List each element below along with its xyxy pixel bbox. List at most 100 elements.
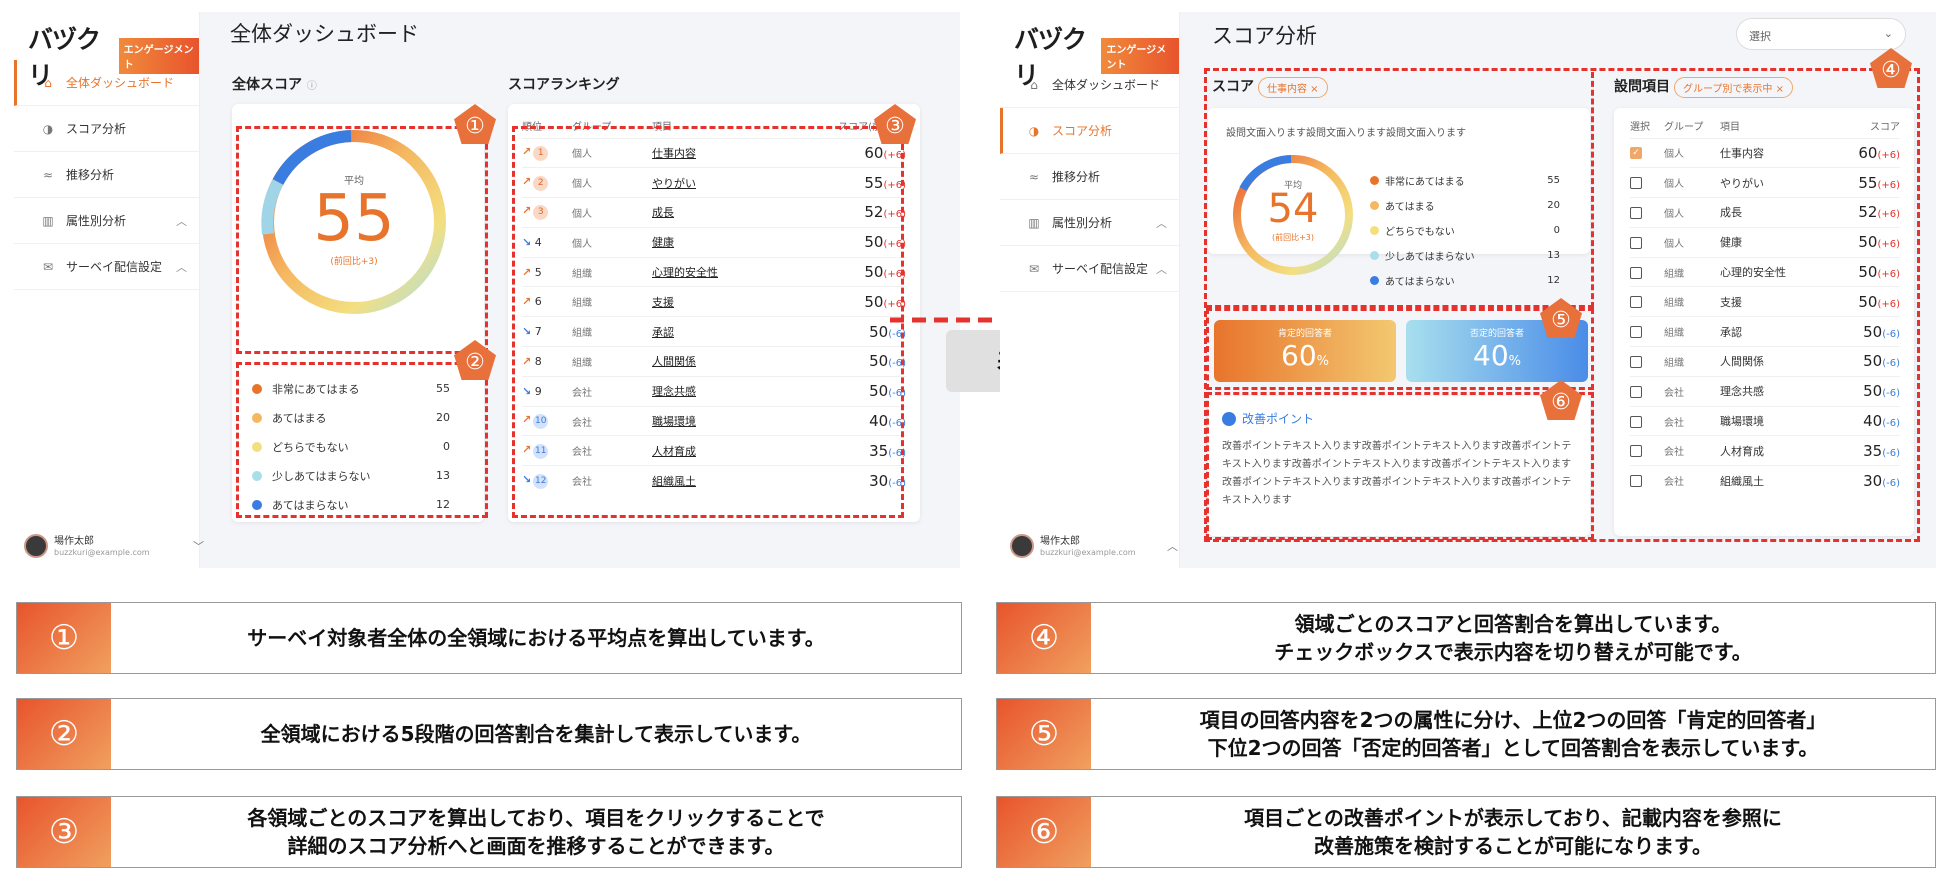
chevron-up-icon[interactable]: ︿ xyxy=(176,213,187,229)
chevron-up-icon[interactable]: ︿ xyxy=(176,259,187,275)
nav-item-score-analysis[interactable]: ◑ スコア分析 xyxy=(1000,108,1179,154)
question-row[interactable]: 会社 人材育成 35(-6) xyxy=(1630,435,1900,466)
ranking-row[interactable]: ↗ 2 個人 やりがい 55(+6) xyxy=(522,167,906,198)
user-menu[interactable]: 場作太郎 buzzkuri@example.com ︿ xyxy=(1010,534,1178,558)
ranking-row[interactable]: ↗ 10 会社 職場環境 40(-6) xyxy=(522,405,906,436)
item-link[interactable]: 人材育成 xyxy=(652,445,696,458)
item-link[interactable]: 人間関係 xyxy=(652,355,696,368)
question-row[interactable]: 組織 支援 50(+6) xyxy=(1630,286,1900,317)
row-checkbox[interactable] xyxy=(1630,415,1642,428)
ranking-row[interactable]: ↗ 1 個人 仕事内容 60(+6) xyxy=(522,137,906,168)
legend-value: 0 xyxy=(1553,225,1560,236)
ranking-row[interactable]: ↗ 11 会社 人材育成 35(-6) xyxy=(522,435,906,466)
row-checkbox[interactable]: ✓ xyxy=(1630,147,1642,160)
question-row[interactable]: 個人 やりがい 55(+6) xyxy=(1630,167,1900,198)
ranking-row[interactable]: ↗ 8 組織 人間関係 50(-6) xyxy=(522,346,906,377)
group-cell: 組織 xyxy=(572,256,652,287)
score-value: 35 xyxy=(1863,441,1883,460)
question-row[interactable]: 組織 心理的安全性 50(+6) xyxy=(1630,256,1900,287)
ranking-row[interactable]: ↗ 6 組織 支援 50(+6) xyxy=(522,286,906,317)
row-checkbox[interactable] xyxy=(1630,385,1642,398)
nav-item-attribute-analysis[interactable]: ▥ 属性別分析 ︿ xyxy=(14,198,199,244)
positive-label: 肯定的回答者 xyxy=(1277,329,1332,339)
chevron-up-icon[interactable]: ︿ xyxy=(1156,215,1167,231)
trend-up-icon: ↗ xyxy=(522,144,532,158)
question-row[interactable]: ✓ 個人 仕事内容 60(+6) xyxy=(1630,137,1900,168)
nav-item-score-analysis[interactable]: ◑ スコア分析 xyxy=(14,106,199,152)
group-cell: 会社 xyxy=(572,435,652,466)
row-checkbox[interactable] xyxy=(1630,296,1642,309)
nav-item-trend-analysis[interactable]: ≈ 推移分析 xyxy=(1000,154,1179,200)
question-row[interactable]: 会社 組織風土 30(-6) xyxy=(1630,465,1900,496)
question-row[interactable]: 個人 健康 50(+6) xyxy=(1630,226,1900,258)
item-link[interactable]: 職場環境 xyxy=(652,415,696,428)
legend-dot xyxy=(252,441,262,452)
score-icon: ◑ xyxy=(1028,123,1040,138)
avatar xyxy=(24,534,48,558)
item-link[interactable]: 成長 xyxy=(652,206,674,219)
score-diff: (+6) xyxy=(1877,179,1900,191)
legend-value: 55 xyxy=(1547,175,1560,186)
help-icon[interactable]: ⓘ xyxy=(307,81,317,92)
row-checkbox[interactable] xyxy=(1630,177,1642,190)
ranking-row[interactable]: ↗ 5 組織 心理的安全性 50(+6) xyxy=(522,256,906,287)
score-value: 50 xyxy=(869,352,889,371)
select-dropdown[interactable]: 選択 ⌄ xyxy=(1736,18,1906,50)
item-link[interactable]: 組織風土 xyxy=(652,475,696,488)
score-title: スコア 仕事内容 × xyxy=(1212,76,1328,98)
item-link[interactable]: 理念共感 xyxy=(652,385,696,398)
positive-card: 肯定的回答者 60% xyxy=(1214,320,1396,382)
explanation-text: 項目の回答内容を2つの属性に分け、上位2つの回答「肯定的回答者」 下位2つの回答… xyxy=(1199,708,1827,760)
question-row[interactable]: 会社 職場環境 40(-6) xyxy=(1630,405,1900,436)
row-checkbox[interactable] xyxy=(1630,355,1642,368)
row-checkbox[interactable] xyxy=(1630,445,1642,458)
score-filter-chip[interactable]: 仕事内容 × xyxy=(1258,76,1328,98)
nav-item-survey-settings[interactable]: ✉ サーベイ配信設定 ︿ xyxy=(14,244,199,290)
item-cell: 職場環境 xyxy=(1720,405,1830,436)
nav-item-survey-settings[interactable]: ✉ サーベイ配信設定 ︿ xyxy=(1000,246,1179,292)
row-checkbox[interactable] xyxy=(1630,206,1642,219)
item-link[interactable]: 仕事内容 xyxy=(652,147,696,160)
question-row[interactable]: 個人 成長 52(+6) xyxy=(1630,197,1900,228)
nav-label: スコア分析 xyxy=(1052,124,1113,138)
user-menu[interactable]: 場作太郎 buzzkuri@example.com ﹀ xyxy=(24,534,204,558)
answer-legend: 非常にあてはまる 55 あてはまる 20 どちらでもない 0 少しあてはまらない 13 … xyxy=(232,374,484,520)
row-checkbox[interactable] xyxy=(1630,475,1642,488)
bulb-icon xyxy=(1222,411,1236,426)
ranking-row[interactable]: ↗ 3 個人 成長 52(+6) xyxy=(522,197,906,228)
ranking-row[interactable]: ↘ 12 会社 組織風土 30(-6) xyxy=(522,465,906,496)
item-link[interactable]: やりがい xyxy=(652,177,696,190)
chevron-up-icon[interactable]: ︿ xyxy=(1156,261,1167,277)
bar-chart-icon: ▥ xyxy=(42,213,54,228)
row-checkbox[interactable] xyxy=(1630,236,1642,249)
nav-item-dashboard[interactable]: ⌂ 全体ダッシュボード xyxy=(1000,62,1179,108)
question-row[interactable]: 組織 人間関係 50(-6) xyxy=(1630,346,1900,377)
chevron-up-icon[interactable]: ︿ xyxy=(1167,538,1178,554)
ranking-row[interactable]: ↘ 7 組織 承認 50(-6) xyxy=(522,316,906,347)
score-value: 50 xyxy=(869,322,889,341)
score-icon: ◑ xyxy=(42,121,54,136)
question-header-row: 選択 グループ 項目 スコア xyxy=(1630,114,1900,138)
legend-label: 非常にあてはまる xyxy=(272,382,360,396)
nav-item-trend-analysis[interactable]: ≈ 推移分析 xyxy=(14,152,199,198)
nav-item-attribute-analysis[interactable]: ▥ 属性別分析 ︿ xyxy=(1000,200,1179,246)
row-checkbox[interactable] xyxy=(1630,326,1642,339)
item-link[interactable]: 心理的安全性 xyxy=(652,266,718,279)
score-diff: (-6) xyxy=(1882,358,1900,370)
group-filter-chip[interactable]: グループ別で表示中 × xyxy=(1674,76,1793,98)
question-row[interactable]: 会社 理念共感 50(-6) xyxy=(1630,375,1900,407)
ranking-row[interactable]: ↘ 4 個人 健康 50(+6) xyxy=(522,226,906,258)
explanation-1: ① サーベイ対象者全体の全領域における平均点を算出しています。 xyxy=(16,602,962,674)
question-row[interactable]: 組織 承認 50(-6) xyxy=(1630,316,1900,347)
ranking-row[interactable]: ↘ 9 会社 理念共感 50(-6) xyxy=(522,375,906,407)
nav-item-dashboard[interactable]: ⌂ 全体ダッシュボード xyxy=(14,60,199,106)
legend-row: 少しあてはまらない 13 xyxy=(232,461,484,490)
row-checkbox[interactable] xyxy=(1630,266,1642,279)
chevron-down-icon[interactable]: ﹀ xyxy=(193,538,204,554)
explanation-5: ⑤ 項目の回答内容を2つの属性に分け、上位2つの回答「肯定的回答者」 下位2つの… xyxy=(996,698,1936,770)
item-link[interactable]: 承認 xyxy=(652,326,674,339)
item-link[interactable]: 健康 xyxy=(652,236,674,249)
legend-row: あてはまる 20 xyxy=(232,403,484,432)
item-link[interactable]: 支援 xyxy=(652,296,674,309)
score-diff: (-6) xyxy=(888,477,906,489)
